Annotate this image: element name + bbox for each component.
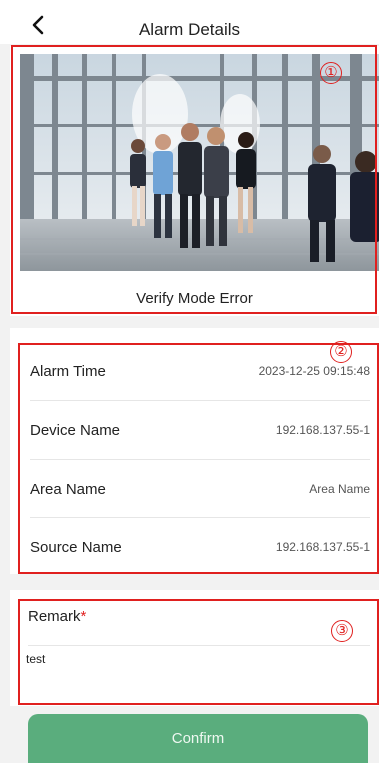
- confirm-button[interactable]: Confirm: [28, 714, 368, 763]
- page-title: Alarm Details: [138, 20, 241, 39]
- detail-label: Area Name: [30, 480, 106, 498]
- marker-1: ①: [320, 62, 342, 84]
- remark-label: Remark*: [28, 608, 86, 625]
- detail-row-source-name: Source Name 192.168.137.55-1: [30, 518, 370, 576]
- marker-3: ③: [331, 620, 353, 642]
- detail-value: Area Name: [309, 482, 370, 496]
- detail-value: 192.168.137.55-1: [275, 423, 370, 437]
- required-asterisk: *: [80, 608, 87, 625]
- detail-row-device-name: Device Name 192.168.137.55-1: [30, 401, 370, 459]
- remark-input[interactable]: test: [26, 652, 372, 692]
- header-bar: Alarm Details: [0, 0, 379, 44]
- detail-label: Source Name: [30, 538, 122, 556]
- detail-row-area-name: Area Name Area Name: [30, 460, 370, 518]
- remark-divider: [28, 645, 370, 646]
- verify-mode-caption: Verify Mode Error: [136, 290, 253, 307]
- office-people-illustration: [20, 54, 379, 271]
- alarm-details-page: Alarm Details ① Verify Mode Error ② Alar…: [0, 0, 379, 763]
- remark-label-text: Remark: [28, 608, 81, 625]
- detail-label: Device Name: [30, 421, 121, 439]
- detail-value: 192.168.137.55-1: [275, 540, 370, 554]
- detail-row-alarm-time: Alarm Time 2023-12-25 09:15:48: [30, 342, 370, 400]
- detail-label: Alarm Time: [30, 362, 106, 380]
- alarm-photo[interactable]: [20, 54, 379, 271]
- detail-value: 2023-12-25 09:15:48: [258, 364, 370, 378]
